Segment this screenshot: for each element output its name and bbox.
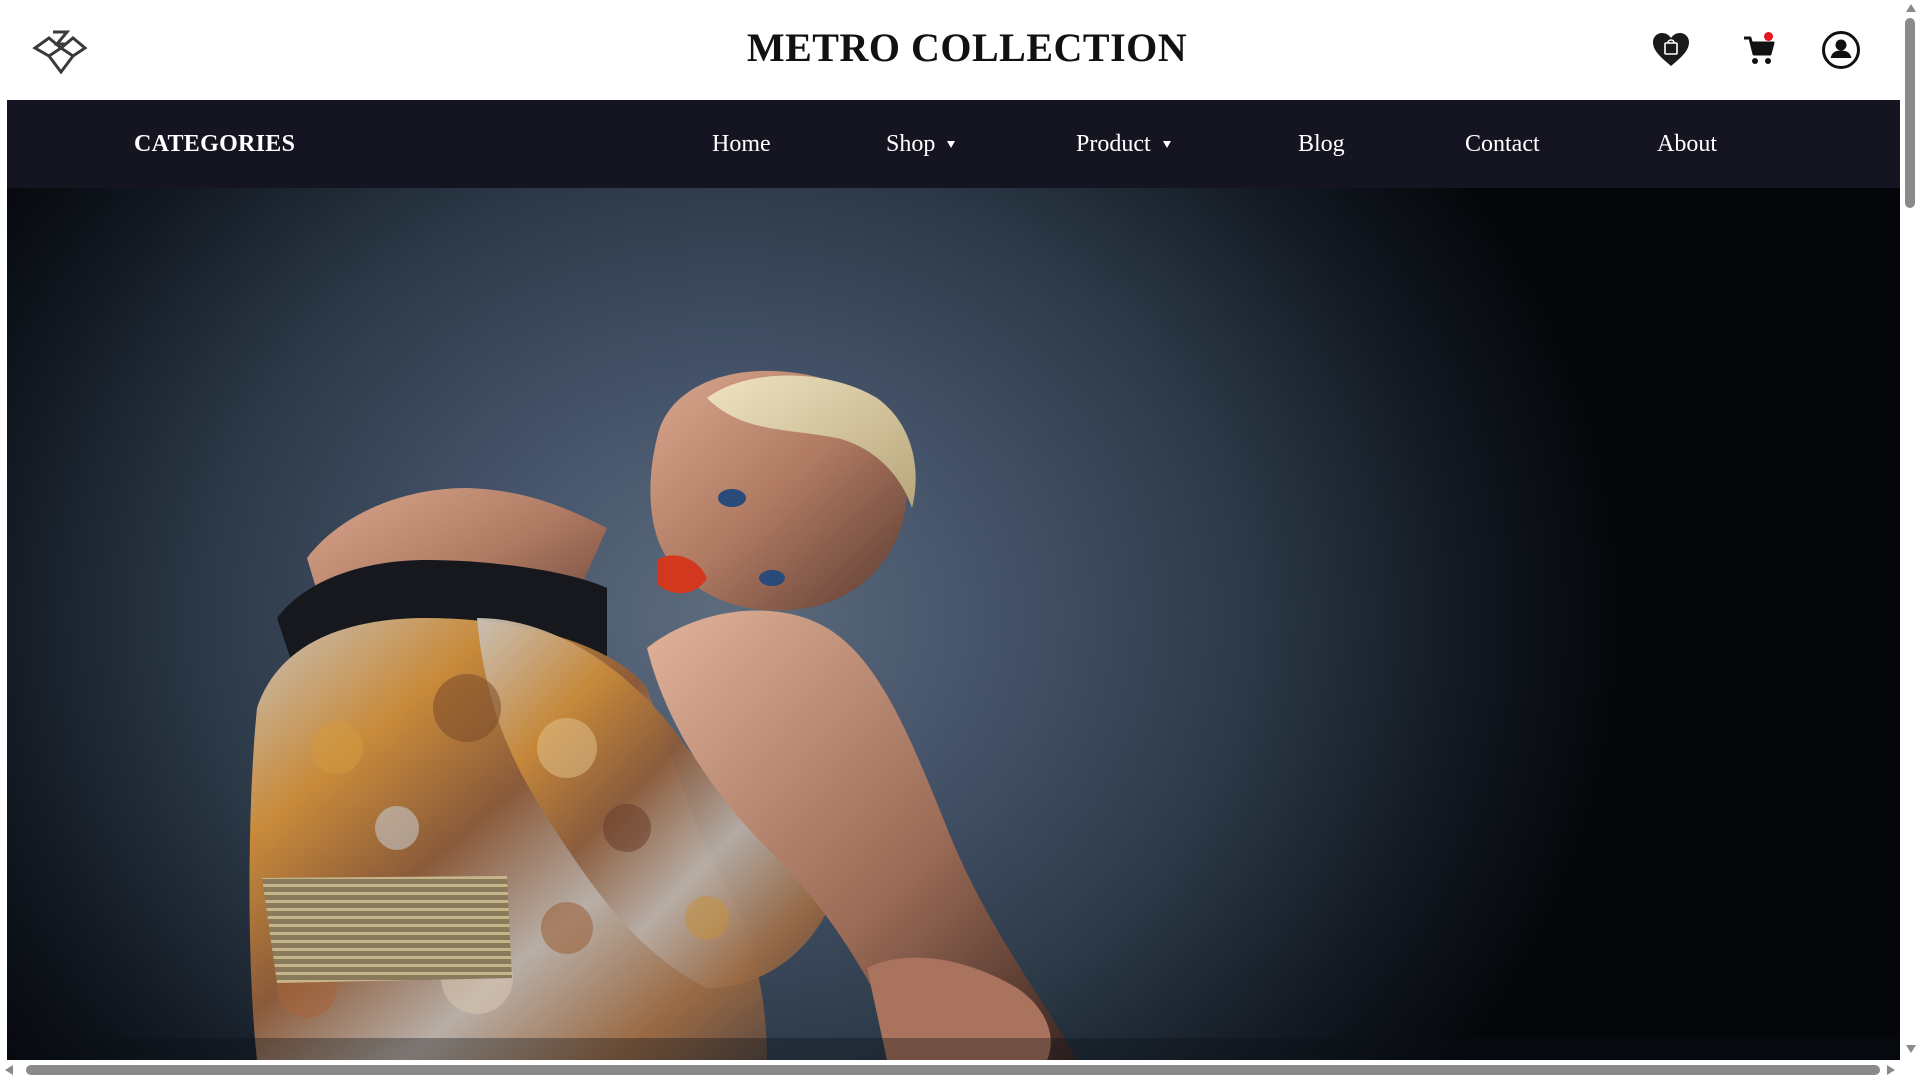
nav-item-contact[interactable]: Contact [1465, 100, 1540, 188]
nav-item-label: Home [712, 130, 771, 157]
main-navigation: CATEGORIES Home Shop Product Blog Contac… [7, 100, 1900, 188]
nav-item-label: Product [1076, 130, 1151, 157]
scrollbar-corner [1900, 1060, 1920, 1080]
browser-viewport: METRO COLLECTION CATEGORIES Home Shop Pr… [0, 0, 1920, 1080]
nav-item-home[interactable]: Home [712, 100, 771, 188]
site-title[interactable]: METRO COLLECTION [7, 24, 1920, 71]
site-header: METRO COLLECTION [7, 0, 1900, 100]
nav-item-label: Contact [1465, 130, 1540, 157]
user-circle-icon[interactable] [1819, 28, 1863, 72]
cart-badge [1764, 32, 1773, 41]
shopping-cart-icon[interactable] [1737, 28, 1781, 72]
nav-item-about[interactable]: About [1657, 100, 1717, 188]
nav-item-label: Blog [1298, 130, 1345, 157]
nav-item-label: Shop [886, 130, 936, 157]
scroll-up-arrow-icon[interactable] [1906, 4, 1916, 12]
scroll-left-arrow-icon[interactable] [5, 1065, 13, 1075]
horizontal-scroll-thumb[interactable] [26, 1065, 1880, 1075]
scroll-right-arrow-icon[interactable] [1887, 1065, 1895, 1075]
nav-item-blog[interactable]: Blog [1298, 100, 1345, 188]
fashion-model-floral-dress-photo [7, 370, 1900, 1060]
nav-item-shop[interactable]: Shop [886, 100, 956, 188]
heart-bag-icon[interactable] [1649, 28, 1693, 72]
caret-down-icon [1162, 140, 1171, 148]
vertical-scroll-thumb[interactable] [1905, 18, 1915, 208]
nav-item-label: About [1657, 130, 1717, 157]
categories-menu[interactable]: CATEGORIES [134, 100, 295, 188]
nav-item-product[interactable]: Product [1076, 100, 1171, 188]
hero-banner [7, 188, 1900, 1060]
caret-down-icon [947, 140, 956, 148]
scroll-down-arrow-icon[interactable] [1906, 1045, 1916, 1053]
